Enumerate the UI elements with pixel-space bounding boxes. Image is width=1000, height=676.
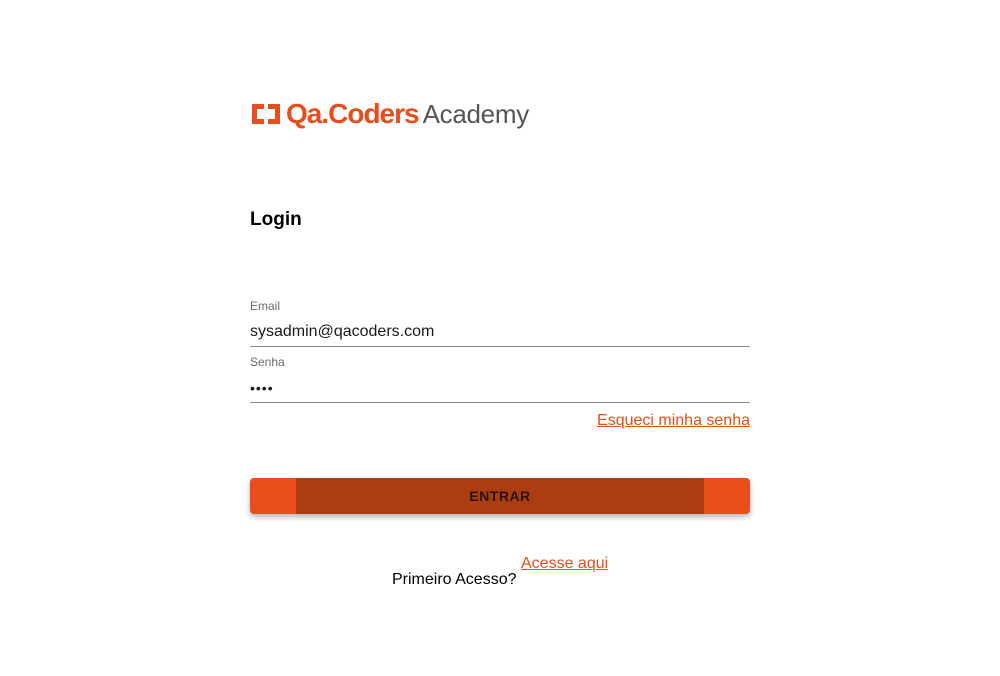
brand-name: Qa.Coders: [286, 98, 420, 129]
qacoders-logo-icon: [252, 104, 280, 124]
email-input[interactable]: [250, 320, 750, 344]
submit-button[interactable]: ENTRAR: [250, 478, 750, 514]
brand-logo: Qa.Coders Academy: [250, 98, 529, 130]
page-title: Login: [250, 209, 302, 230]
first-access-link[interactable]: Acesse aqui: [521, 554, 608, 574]
first-access-text: Primeiro Acesso?: [392, 571, 517, 588]
email-label: Email: [250, 299, 281, 313]
password-input[interactable]: [250, 376, 750, 400]
brand-subtitle: Academy: [422, 99, 530, 129]
password-field: Senha: [250, 354, 750, 403]
email-field: Email: [250, 298, 750, 347]
login-page: Qa.Coders Academy Login Email Senha Esqu…: [0, 0, 1000, 676]
login-container: Qa.Coders Academy Login Email Senha Esqu…: [250, 0, 750, 676]
password-label: Senha: [250, 355, 285, 369]
submit-button-label: ENTRAR: [469, 488, 531, 504]
forgot-password-link[interactable]: Esqueci minha senha: [597, 411, 750, 431]
